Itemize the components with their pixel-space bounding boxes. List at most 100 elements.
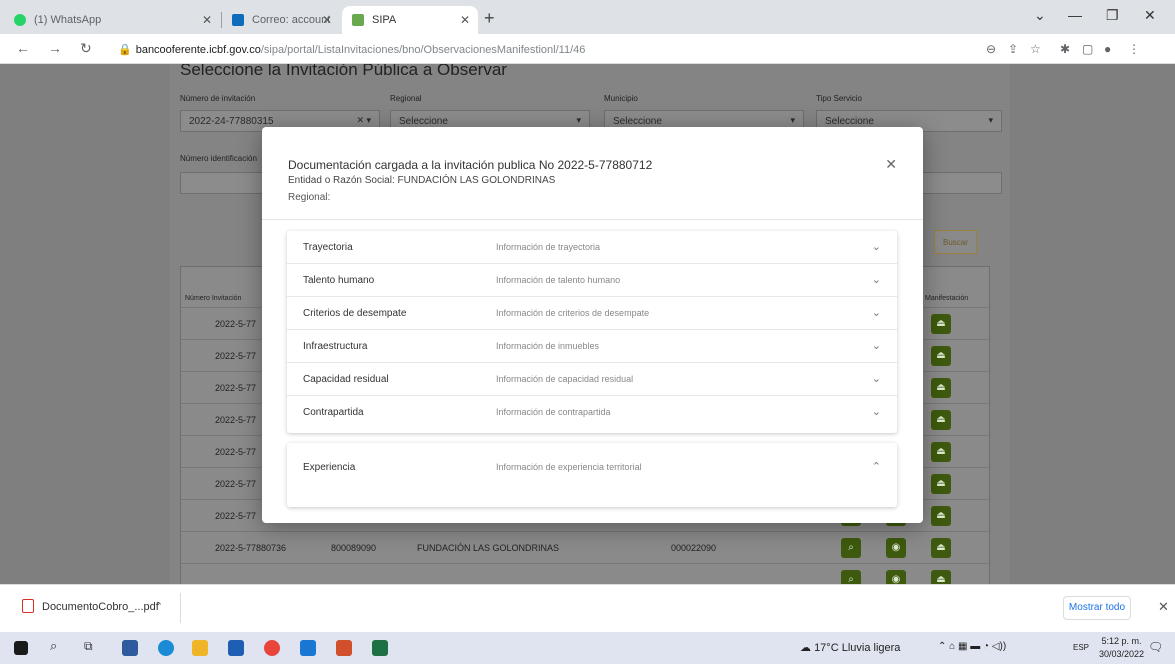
table-row: ⌕ ◉ ⏏: [181, 563, 991, 584]
download-icon[interactable]: ⏏: [931, 442, 951, 462]
search-icon[interactable]: ⌕: [50, 638, 66, 654]
widgets-icon[interactable]: [122, 640, 138, 656]
download-icon[interactable]: ⏏: [931, 570, 951, 584]
clock[interactable]: 5:12 p. m. 30/03/2022: [1099, 635, 1144, 661]
whatsapp-icon: [14, 14, 26, 26]
download-icon[interactable]: ⏏: [931, 346, 951, 366]
close-icon[interactable]: ✕: [460, 13, 470, 27]
close-icon[interactable]: ✕: [1158, 599, 1169, 615]
restore-icon[interactable]: ❐: [1106, 7, 1119, 24]
profile-icon[interactable]: ●: [1104, 42, 1111, 56]
outlook-icon: [232, 14, 244, 26]
eye-icon[interactable]: ◉: [886, 570, 906, 584]
close-icon[interactable]: ✕: [885, 156, 897, 173]
close-icon[interactable]: ✕: [322, 13, 332, 27]
section-desc: Información de inmuebles: [496, 341, 600, 351]
task-view-icon[interactable]: ⧉: [84, 639, 100, 655]
tab-correo[interactable]: Correo: accounting@gardenfa ✕: [222, 6, 340, 34]
search-icon[interactable]: ⌕: [841, 538, 861, 558]
search-icon[interactable]: ⌕: [841, 570, 861, 584]
sidepanel-icon[interactable]: ▢: [1082, 42, 1093, 56]
weather-text: 17°C Lluvia ligera: [814, 642, 901, 654]
col-acciones-header: Manifestación: [925, 295, 969, 302]
eye-icon[interactable]: ◉: [886, 538, 906, 558]
modal-title: Documentación cargada a la invitación pu…: [288, 158, 653, 172]
chevron-down-icon: ▾: [576, 115, 581, 125]
tab-sipa[interactable]: SIPA ✕: [342, 6, 478, 34]
chevron-up-icon: ⌃: [871, 461, 881, 473]
back-icon[interactable]: ←: [16, 40, 30, 56]
window-close-icon[interactable]: ✕: [1144, 7, 1156, 24]
accordion-item-infraestructura[interactable]: Infraestructura Información de inmuebles…: [287, 330, 897, 363]
taskbar: ⌕ ⧉ ☁ 17°C Lluvia ligera ⌃ ⌂ ▦ ▬ ◔ ◁)) E…: [0, 632, 1175, 664]
tab-whatsapp[interactable]: (1) WhatsApp ✕: [4, 6, 220, 34]
sipa-icon: [352, 14, 364, 26]
windows-start-icon[interactable]: [14, 641, 28, 655]
clock-time: 5:12 p. m.: [1101, 636, 1142, 646]
accordion-header-experiencia[interactable]: Experiencia Información de experiencia t…: [287, 451, 897, 484]
row-numero: 2022-5-77: [215, 383, 257, 393]
download-bar: DocumentoCobro_...pdf ⌃ Mostrar todo ✕: [0, 584, 1175, 632]
section-label: Criterios de desempate: [303, 308, 407, 319]
chrome-icon[interactable]: [264, 640, 280, 656]
weather-widget[interactable]: ☁ 17°C Lluvia ligera: [800, 641, 900, 654]
outlook-icon[interactable]: [300, 640, 316, 656]
download-icon[interactable]: ⏏: [931, 378, 951, 398]
divider: [180, 593, 181, 623]
share-icon[interactable]: ⇪: [1008, 42, 1018, 56]
row-numero: 2022-5-77: [215, 319, 257, 329]
close-icon[interactable]: ✕: [202, 13, 212, 27]
reload-icon[interactable]: ↻: [80, 40, 92, 57]
accordion-item-contrapartida[interactable]: Contrapartida Información de contraparti…: [287, 396, 897, 429]
zoom-icon[interactable]: ⊖: [986, 42, 996, 56]
minimize-icon[interactable]: —: [1068, 7, 1082, 23]
tab-label: Correo: accounting@gardenfa: [252, 14, 330, 26]
notification-icon[interactable]: 🗨: [1148, 640, 1163, 654]
municipio-value: Seleccione: [613, 116, 662, 127]
chevron-down-icon: ⌄: [871, 340, 881, 352]
buscar-button[interactable]: Buscar: [934, 230, 977, 254]
browser-tab-bar: (1) WhatsApp ✕ Correo: accounting@garden…: [0, 0, 1175, 34]
lock-icon: 🔒: [118, 44, 132, 56]
bookmark-star-icon[interactable]: ☆: [1030, 42, 1041, 56]
section-desc: Información de capacidad residual: [496, 374, 634, 384]
accordion: Trayectoria Información de trayectoria ⌄…: [287, 231, 897, 433]
accordion-item-talento-humano[interactable]: Talento humano Información de talento hu…: [287, 264, 897, 297]
edge-icon[interactable]: [158, 640, 174, 656]
forward-icon[interactable]: →: [48, 40, 62, 56]
menu-kebab-icon[interactable]: ⋮: [1128, 42, 1140, 56]
download-icon[interactable]: ⏏: [931, 410, 951, 430]
app-icon[interactable]: [336, 640, 352, 656]
chevron-up-icon[interactable]: ⌃: [154, 600, 163, 613]
download-icon[interactable]: ⏏: [931, 474, 951, 494]
filter-input-right[interactable]: [910, 172, 1002, 194]
tab-search-icon[interactable]: ⌄: [1034, 7, 1046, 24]
mail-icon[interactable]: [228, 640, 244, 656]
url-field[interactable]: 🔒 bancooferente.icbf.gov.co/sipa/portal/L…: [118, 43, 585, 56]
download-icon[interactable]: ⏏: [931, 538, 951, 558]
section-desc: Información de experiencia territorial: [496, 462, 642, 472]
tipo-label: Tipo Servicio: [816, 94, 862, 103]
accordion-item-trayectoria[interactable]: Trayectoria Información de trayectoria ⌄: [287, 231, 897, 264]
chevron-down-icon: ⌄: [871, 274, 881, 286]
row-nit: 800089090: [331, 543, 377, 553]
download-icon[interactable]: ⏏: [931, 506, 951, 526]
download-filename[interactable]: DocumentoCobro_...pdf: [42, 601, 159, 613]
section-label: Talento humano: [303, 275, 375, 286]
chevron-down-icon: ▾: [790, 115, 795, 125]
section-desc: Información de talento humano: [496, 275, 621, 285]
tray-icons[interactable]: ⌃ ⌂ ▦ ▬ ◔ ◁)): [938, 641, 1006, 652]
show-all-button[interactable]: Mostrar todo: [1063, 596, 1131, 620]
language-indicator[interactable]: ESP: [1073, 643, 1089, 652]
new-tab-icon[interactable]: +: [484, 8, 495, 29]
tipo-value: Seleccione: [825, 116, 874, 127]
accordion-item-criterios[interactable]: Criterios de desempate Información de cr…: [287, 297, 897, 330]
modal-divider: [262, 219, 923, 220]
file-explorer-icon[interactable]: [192, 640, 208, 656]
col-numero-header: Número Invitación: [185, 295, 242, 302]
chevron-down-icon: ▾: [988, 115, 993, 125]
download-icon[interactable]: ⏏: [931, 314, 951, 334]
accordion-item-capacidad[interactable]: Capacidad residual Información de capaci…: [287, 363, 897, 396]
excel-icon[interactable]: [372, 640, 388, 656]
extensions-icon[interactable]: ✱: [1060, 42, 1070, 56]
